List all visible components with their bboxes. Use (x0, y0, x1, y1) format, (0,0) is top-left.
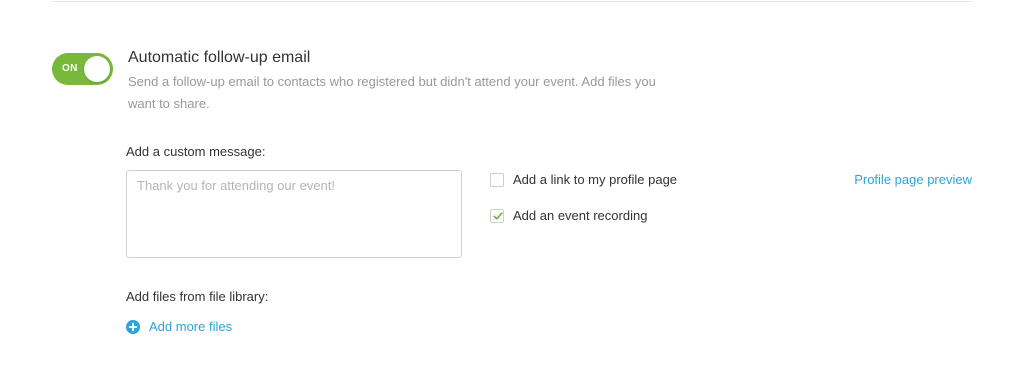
custom-message-textarea[interactable] (126, 170, 462, 258)
profile-link-label: Add a link to my profile page (513, 172, 678, 187)
event-recording-label: Add an event recording (513, 208, 648, 223)
add-more-files-button[interactable]: Add more files (126, 317, 232, 337)
event-recording-checkbox[interactable] (490, 209, 504, 223)
profile-link-option[interactable]: Add a link to my profile page (490, 170, 677, 190)
section-description: Send a follow-up email to contacts who r… (128, 74, 656, 111)
top-divider (52, 1, 972, 2)
followup-toggle[interactable]: ON (52, 53, 113, 85)
profile-page-preview-link[interactable]: Profile page preview (854, 170, 972, 190)
custom-message-label: Add a custom message: (126, 144, 266, 159)
file-library-label: Add files from file library: (126, 289, 269, 304)
toggle-knob[interactable] (84, 56, 110, 82)
checkmark-icon (493, 212, 503, 220)
add-more-files-label: Add more files (149, 319, 233, 334)
section-title: Automatic follow-up email (128, 49, 311, 66)
followup-settings-page: ON Automatic follow-up email Send a foll… (0, 0, 1024, 373)
plus-circle-icon (126, 320, 140, 334)
event-recording-option[interactable]: Add an event recording (490, 206, 647, 226)
profile-link-checkbox[interactable] (490, 173, 504, 187)
toggle-state-label: ON (62, 63, 78, 74)
